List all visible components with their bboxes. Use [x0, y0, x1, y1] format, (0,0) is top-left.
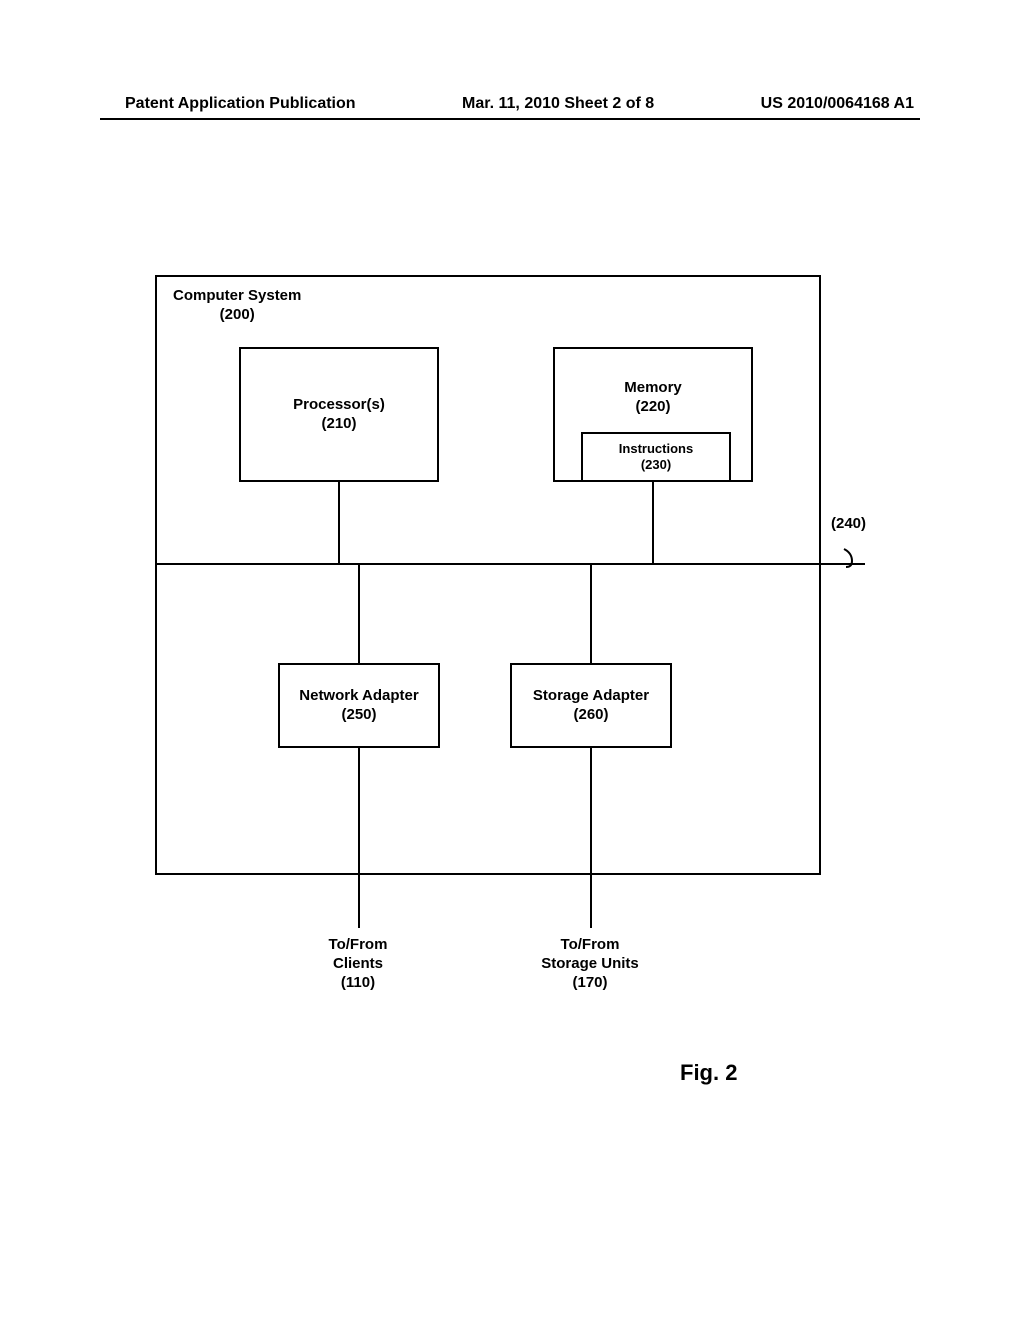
connector-storage-adapter-out: [590, 748, 592, 928]
bus-reference-hook-icon: [840, 547, 862, 569]
clients-label-line2: Clients: [287, 955, 429, 974]
connector-bus-network-adapter: [358, 565, 360, 663]
storage-adapter-box: Storage Adapter (260): [510, 663, 672, 748]
memory-label-line2: (220): [555, 398, 751, 417]
clients-label-line3: (110): [287, 974, 429, 993]
connector-memory-bus: [652, 482, 654, 563]
processor-box: Processor(s) (210): [239, 347, 439, 482]
storage-units-label: To/From Storage Units (170): [519, 936, 661, 992]
header-left: Patent Application Publication: [125, 95, 356, 113]
header-rule: [100, 118, 920, 120]
storage-adapter-label-line2: (260): [573, 706, 608, 725]
header-middle: Mar. 11, 2010 Sheet 2 of 8: [462, 95, 654, 113]
instructions-label-line1: Instructions: [619, 441, 693, 457]
storage-adapter-label-line1: Storage Adapter: [533, 687, 649, 706]
memory-label: Memory (220): [555, 379, 751, 417]
bus-line: [155, 563, 865, 565]
storage-units-label-line3: (170): [519, 974, 661, 993]
connector-network-adapter-out: [358, 748, 360, 928]
storage-units-label-line2: Storage Units: [519, 955, 661, 974]
computer-system-label-line1: Computer System: [173, 287, 301, 306]
header-right: US 2010/0064168 A1: [761, 95, 914, 113]
bus-label: (240): [831, 515, 866, 532]
connector-bus-storage-adapter: [590, 565, 592, 663]
storage-units-label-line1: To/From: [519, 936, 661, 955]
connector-processor-bus: [338, 482, 340, 563]
processor-label-line1: Processor(s): [293, 396, 385, 415]
network-adapter-box: Network Adapter (250): [278, 663, 440, 748]
instructions-label-line2: (230): [641, 457, 671, 473]
block-diagram: Computer System (200) Processor(s) (210)…: [155, 275, 821, 875]
figure-label: Fig. 2: [680, 1060, 737, 1086]
instructions-box: Instructions (230): [581, 432, 731, 482]
clients-label: To/From Clients (110): [287, 936, 429, 992]
clients-label-line1: To/From: [287, 936, 429, 955]
computer-system-label: Computer System (200): [173, 287, 301, 325]
processor-label-line2: (210): [321, 415, 356, 434]
network-adapter-label-line2: (250): [341, 706, 376, 725]
memory-label-line1: Memory: [555, 379, 751, 398]
memory-box: Memory (220) Instructions (230): [553, 347, 753, 482]
network-adapter-label-line1: Network Adapter: [299, 687, 418, 706]
page-header: Patent Application Publication Mar. 11, …: [0, 95, 1024, 113]
computer-system-label-line2: (200): [173, 306, 301, 325]
